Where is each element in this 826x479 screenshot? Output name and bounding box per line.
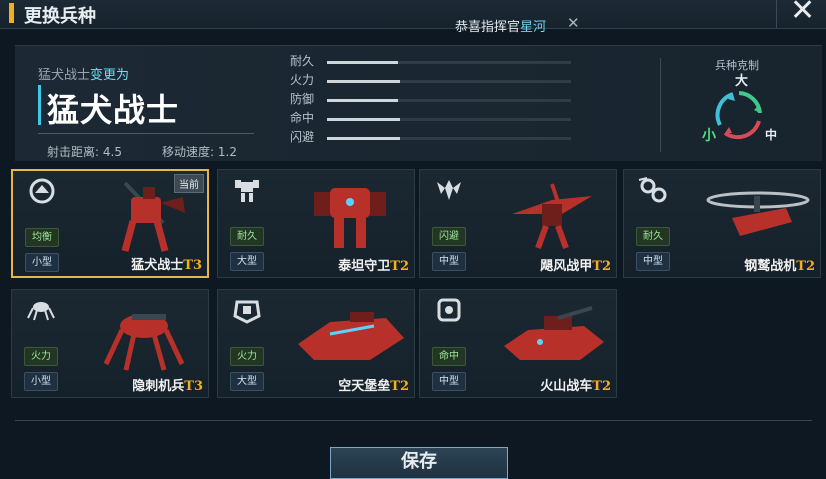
- counter-cycle-icon: [715, 91, 762, 140]
- unit-tier: T2: [796, 259, 815, 274]
- unit-name: 猛犬战士: [131, 258, 184, 273]
- unit-name-label: 钢鹫战机T2: [744, 255, 815, 274]
- title-accent-bar: [9, 3, 14, 23]
- save-button[interactable]: 保存: [330, 447, 508, 479]
- role-tag: 闪避: [432, 227, 466, 246]
- unit-card[interactable]: 闪避 中型 飓风战甲T2: [419, 169, 617, 278]
- selected-unit-name: 猛犬战士: [47, 91, 180, 129]
- stat-bar-track: [327, 61, 571, 64]
- range-label: 射击距离:: [47, 145, 100, 159]
- unit-name-label: 泰坦守卫T2: [338, 255, 409, 274]
- speed-label: 移动速度:: [162, 145, 215, 159]
- unit-tier: T3: [184, 379, 203, 394]
- stat-bar-fill: [327, 137, 401, 140]
- size-tag: 中型: [432, 252, 466, 271]
- stat-bar-fill: [327, 61, 398, 64]
- unit-name: 飓风战甲: [540, 259, 593, 274]
- unit-portrait: [492, 294, 612, 376]
- role-tag: 命中: [432, 347, 466, 366]
- title-bar: 更换兵种: [0, 0, 826, 29]
- unit-card[interactable]: 耐久 中型 钢鹫战机T2: [623, 169, 821, 278]
- unit-tier: T3: [183, 258, 202, 273]
- unit-name: 火山战车: [540, 379, 593, 394]
- unit-portrait: [696, 174, 816, 256]
- current-badge: 当前: [174, 174, 204, 193]
- speed-value: 1.2: [217, 145, 237, 159]
- size-tag: 中型: [636, 252, 670, 271]
- unit-tier: T2: [390, 259, 409, 274]
- role-tag: 耐久: [636, 227, 670, 246]
- stat-label: 火力: [290, 73, 315, 87]
- range-value: 4.5: [102, 145, 122, 159]
- change-to-text: 变更为: [90, 68, 130, 83]
- winged-mech-icon: [433, 176, 465, 204]
- close-icon[interactable]: ✕: [790, 0, 815, 26]
- size-tag: 小型: [24, 372, 58, 391]
- stat-bar-fill: [327, 80, 401, 83]
- unit-name: 钢鹫战机: [744, 259, 797, 274]
- unit-name-label: 猛犬战士T3: [131, 254, 202, 273]
- unit-name-label: 火山战车T2: [540, 375, 611, 394]
- notice-text: 恭喜指挥官: [455, 20, 521, 35]
- unit-name: 空天堡垒: [338, 379, 391, 394]
- role-tag: 均衡: [25, 228, 59, 247]
- from-unit-name: 猛犬战士: [38, 68, 91, 83]
- size-tag: 大型: [230, 372, 264, 391]
- unit-tier: T2: [592, 379, 611, 394]
- notification-banner: 恭喜指挥官星河: [455, 16, 546, 35]
- unit-card[interactable]: 火力 小型 隐刺机兵T3: [11, 289, 209, 398]
- stat-bar-track: [327, 137, 571, 140]
- stat-label: 防御: [290, 92, 315, 106]
- name-accent-bar: [38, 85, 41, 125]
- unit-card[interactable]: 火力 大型 空天堡垒T2: [217, 289, 415, 398]
- range-stat: 射击距离: 4.5: [47, 143, 122, 160]
- stat-bar-track: [327, 118, 571, 121]
- heavy-mech-icon: [231, 176, 263, 204]
- size-tag: 大型: [230, 252, 264, 271]
- stat-bar-track: [327, 80, 571, 83]
- role-tag: 火力: [230, 347, 264, 366]
- unit-name-label: 隐刺机兵T3: [132, 375, 203, 394]
- spider-drone-icon: [25, 296, 57, 324]
- speed-stat: 移动速度: 1.2: [162, 143, 237, 160]
- unit-name-label: 空天堡垒T2: [338, 375, 409, 394]
- unit-portrait: [492, 174, 612, 256]
- role-tag: 火力: [24, 347, 58, 366]
- crosshair-tank-icon: [433, 296, 465, 324]
- unit-portrait: [290, 174, 410, 256]
- unit-tier: T2: [390, 379, 409, 394]
- rotor-craft-icon: [637, 176, 669, 204]
- page-title: 更换兵种: [24, 6, 96, 27]
- stat-label: 命中: [290, 111, 315, 125]
- stat-label: 闪避: [290, 130, 315, 144]
- size-tag: 中型: [432, 372, 466, 391]
- fortress-tank-icon: [231, 296, 263, 324]
- change-from-label: 猛犬战士变更为: [38, 64, 129, 83]
- size-tag: 小型: [25, 253, 59, 272]
- unit-tier: T2: [592, 259, 611, 274]
- unit-card[interactable]: 耐久 大型 泰坦守卫T2: [217, 169, 415, 278]
- role-tag: 耐久: [230, 227, 264, 246]
- balanced-shield-icon: [26, 177, 58, 205]
- footer-divider: [15, 420, 812, 421]
- counter-divider: [660, 58, 661, 152]
- unit-name-label: 飓风战甲T2: [540, 255, 611, 274]
- unit-portrait: [290, 294, 410, 376]
- notice-close-icon[interactable]: ✕: [567, 14, 580, 32]
- info-divider: [38, 133, 254, 134]
- stat-label: 耐久: [290, 54, 315, 68]
- stat-bar-fill: [327, 118, 401, 121]
- stat-bar-fill: [327, 99, 398, 102]
- unit-name: 隐刺机兵: [132, 379, 185, 394]
- unit-card[interactable]: 命中 中型 火山战车T2: [419, 289, 617, 398]
- stat-bar-track: [327, 99, 571, 102]
- unit-name: 泰坦守卫: [338, 259, 391, 274]
- unit-portrait: [84, 294, 204, 376]
- notice-player-name[interactable]: 星河: [520, 20, 546, 35]
- unit-card[interactable]: 均衡 小型 猛犬战士T3 当前: [11, 169, 209, 278]
